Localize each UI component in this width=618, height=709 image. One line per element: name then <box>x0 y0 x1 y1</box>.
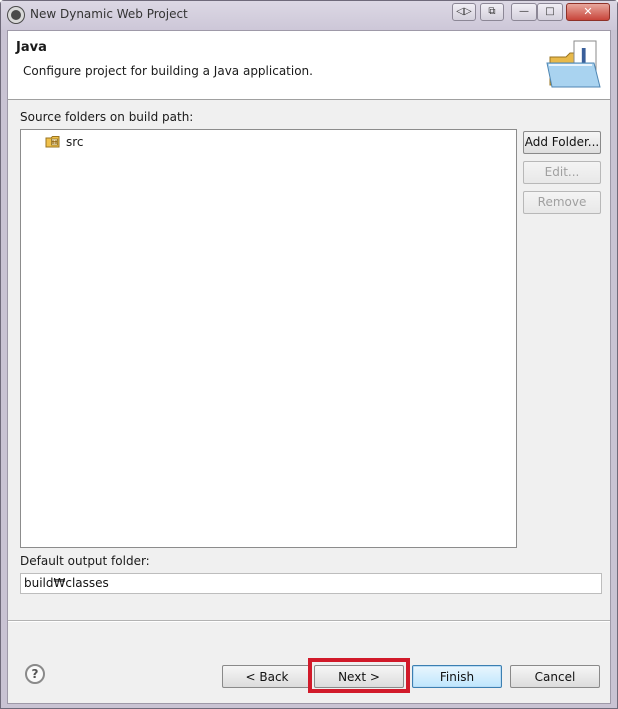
page-title: Java <box>16 40 47 55</box>
remove-button[interactable]: Remove <box>523 191 601 214</box>
pin-icon[interactable]: ⧉ <box>480 3 504 21</box>
eclipse-app-icon <box>8 7 24 23</box>
add-folder-button[interactable]: Add Folder... <box>523 131 601 154</box>
cancel-button[interactable]: Cancel <box>510 665 600 688</box>
source-folders-list[interactable]: src <box>20 129 517 548</box>
wizard-header: Java Configure project for building a Ja… <box>8 31 610 100</box>
title-bar[interactable]: New Dynamic Web Project ◁▷ ⧉ — □ ✕ <box>1 1 617 30</box>
finish-button[interactable]: Finish <box>412 665 502 688</box>
help-icon[interactable]: ? <box>25 664 45 684</box>
close-button[interactable]: ✕ <box>566 3 610 21</box>
wizard-client-area: Java Configure project for building a Ja… <box>7 30 611 704</box>
wizard-window: New Dynamic Web Project ◁▷ ⧉ — □ ✕ Java … <box>0 0 618 709</box>
maximize-button[interactable]: □ <box>537 3 563 21</box>
list-item[interactable]: src <box>45 133 84 151</box>
source-folders-label: Source folders on build path: <box>20 110 194 124</box>
next-button-highlight <box>308 658 410 693</box>
window-title: New Dynamic Web Project <box>30 7 188 21</box>
output-folder-field[interactable]: build₩classes <box>20 573 602 594</box>
output-folder-label: Default output folder: <box>20 554 150 568</box>
edit-button[interactable]: Edit... <box>523 161 601 184</box>
page-description: Configure project for building a Java ap… <box>23 64 313 78</box>
minimize-button[interactable]: — <box>511 3 537 21</box>
restore-layout-icon[interactable]: ◁▷ <box>452 3 476 21</box>
java-folder-icon: J <box>546 40 601 88</box>
back-button[interactable]: < Back <box>222 665 312 688</box>
footer-separator <box>8 620 610 622</box>
folder-name: src <box>66 135 84 149</box>
source-folder-icon <box>45 136 60 148</box>
